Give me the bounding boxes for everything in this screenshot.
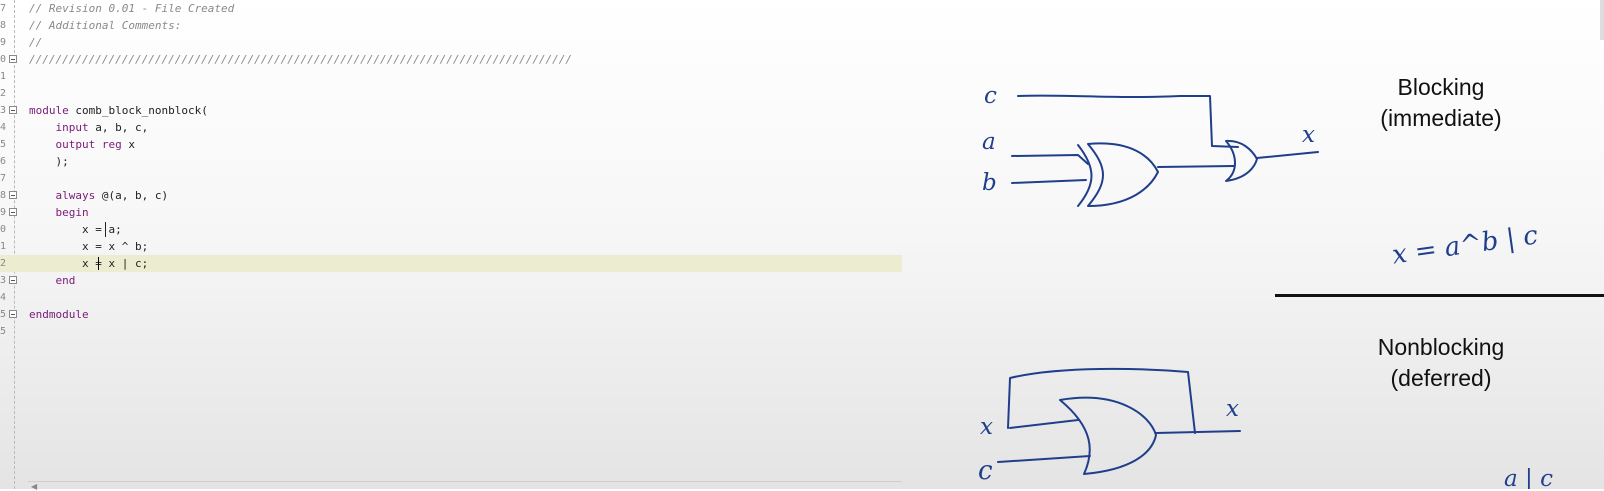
- feedback-loop-wire: [1007, 367, 1196, 434]
- label-x-in: x: [980, 414, 993, 440]
- xor-gate: [1087, 142, 1159, 207]
- xor-gate-back-curve: [1077, 144, 1093, 207]
- or-gate: [1225, 139, 1258, 182]
- wire-x-in: [1009, 419, 1079, 429]
- blocking-equation: x = a^b | c: [1390, 220, 1540, 270]
- or-output-wire: [1256, 151, 1319, 159]
- nonblocking-circuit-sketch: x c x a | c: [978, 367, 1553, 489]
- wire-a: [1011, 154, 1089, 165]
- label-c: c: [984, 83, 997, 109]
- or-gate-nonblocking: [1059, 396, 1157, 475]
- label-b: b: [982, 170, 997, 196]
- label-a: a: [982, 129, 996, 155]
- label-output-x: x: [1302, 122, 1315, 148]
- label-output-x-nonblocking: x: [1226, 396, 1239, 422]
- handwritten-sketches: c a b x x = a^b | c x c x a | c: [978, 83, 1553, 489]
- xor-to-or-wire: [1157, 165, 1235, 168]
- or-output-wire-nonblocking: [1155, 430, 1241, 434]
- label-c-in: c: [978, 456, 993, 486]
- wire-b: [1011, 179, 1087, 184]
- nonblocking-partial-equation: a | c: [1504, 466, 1553, 489]
- wire-c-in: [997, 455, 1091, 463]
- wire-c: [1017, 94, 1239, 148]
- blocking-circuit-sketch: c a b x x = a^b | c: [982, 83, 1540, 271]
